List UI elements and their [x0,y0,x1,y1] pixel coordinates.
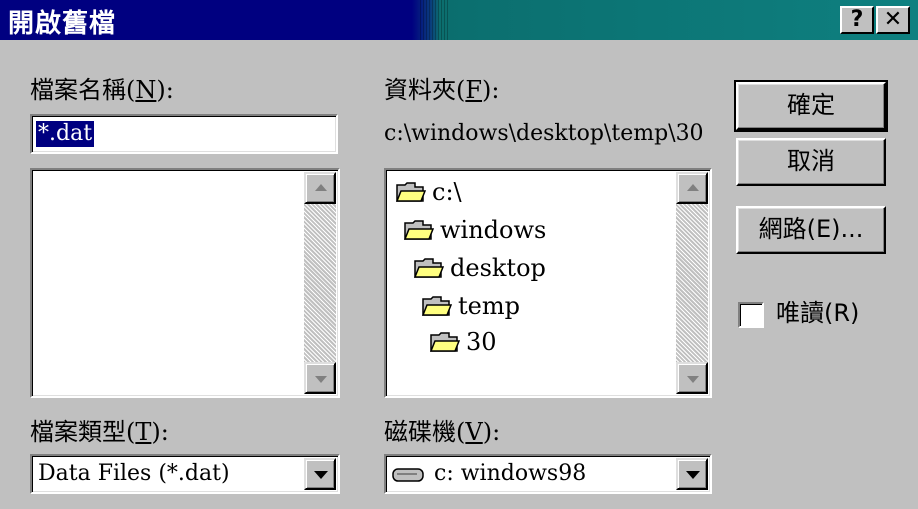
ok-button[interactable]: 確定 [734,80,888,132]
hard-drive-icon [392,465,426,483]
open-folder-icon [404,218,434,242]
file-list[interactable] [30,168,340,398]
filename-label: 檔案名稱(N): [30,76,174,104]
drive-label-suffix: ): [482,418,501,446]
directory-name: 30 [466,328,497,356]
file-type-label-mnemonic: T [135,418,152,446]
file-list-scroll-down-button[interactable] [304,362,336,394]
directory-scroll-down-button[interactable] [676,362,708,394]
scroll-up-arrow-icon [315,184,327,191]
directory-item[interactable]: desktop [414,250,546,286]
directory-name: c:\ [432,178,462,206]
open-folder-icon [422,294,452,318]
open-folder-icon [430,330,460,354]
readonly-label[interactable]: 唯讀(R) [776,298,859,328]
drive-label: 磁碟機(V): [384,418,500,446]
title-bar-dither [420,0,450,40]
file-list-scrollbar[interactable] [304,172,336,394]
folder-label-suffix: ): [482,76,500,104]
chevron-down-icon [314,471,328,479]
filename-label-suffix: ): [156,76,174,104]
open-file-dialog: 開啟舊檔 ? ✕ 檔案名稱(N): *.dat 資料夾(F): c:\windo… [0,0,918,509]
readonly-checkbox[interactable] [738,302,764,328]
directory-item[interactable]: 30 [430,324,497,360]
filename-input[interactable]: *.dat [30,114,338,154]
directory-list[interactable]: c:\ windows desktop temp 30 [384,168,712,398]
open-folder-icon [414,256,444,280]
network-button[interactable]: 網路(E)... [736,206,886,254]
file-type-label-text: 檔案類型( [30,418,136,446]
drive-value: c: windows98 [434,461,587,486]
title-bar[interactable]: 開啟舊檔 ? ✕ [0,0,918,40]
file-type-dropdown-button[interactable] [304,458,336,490]
cancel-button[interactable]: 取消 [736,138,886,186]
chevron-down-icon [686,471,700,479]
file-list-scroll-up-button[interactable] [304,172,336,204]
directory-scroll-up-button[interactable] [676,172,708,204]
directory-item[interactable]: c:\ [396,174,462,210]
directory-name: temp [458,292,520,320]
directory-name: desktop [450,254,546,282]
file-type-label-suffix: ): [151,418,169,446]
directory-item[interactable]: temp [422,288,520,324]
file-type-select[interactable]: Data Files (*.dat) [30,454,340,494]
drive-label-text: 磁碟機( [384,418,466,446]
drive-dropdown-button[interactable] [676,458,708,490]
scroll-up-arrow-icon [687,184,699,191]
scroll-down-arrow-icon [315,376,327,383]
current-path: c:\windows\desktop\temp\30 [384,121,704,146]
folder-label-text: 資料夾( [384,76,466,104]
help-button[interactable]: ? [840,6,874,34]
close-button[interactable]: ✕ [876,6,910,34]
drive-label-mnemonic: V [465,418,483,446]
file-type-label: 檔案類型(T): [30,418,169,446]
filename-label-mnemonic: N [135,76,157,104]
drive-value-container: c: windows98 [392,461,586,487]
folder-label: 資料夾(F): [384,76,499,104]
file-type-value: Data Files (*.dat) [38,461,230,486]
directory-item[interactable]: windows [404,212,546,248]
window-title: 開啟舊檔 [8,9,117,39]
filename-label-text: 檔案名稱( [30,76,136,104]
filename-value: *.dat [36,121,95,147]
directory-name: windows [440,216,547,244]
drive-select[interactable]: c: windows98 [384,454,712,494]
directory-list-scrollbar[interactable] [676,172,708,394]
open-folder-icon [396,180,426,204]
scroll-down-arrow-icon [687,376,699,383]
folder-label-mnemonic: F [465,76,483,104]
